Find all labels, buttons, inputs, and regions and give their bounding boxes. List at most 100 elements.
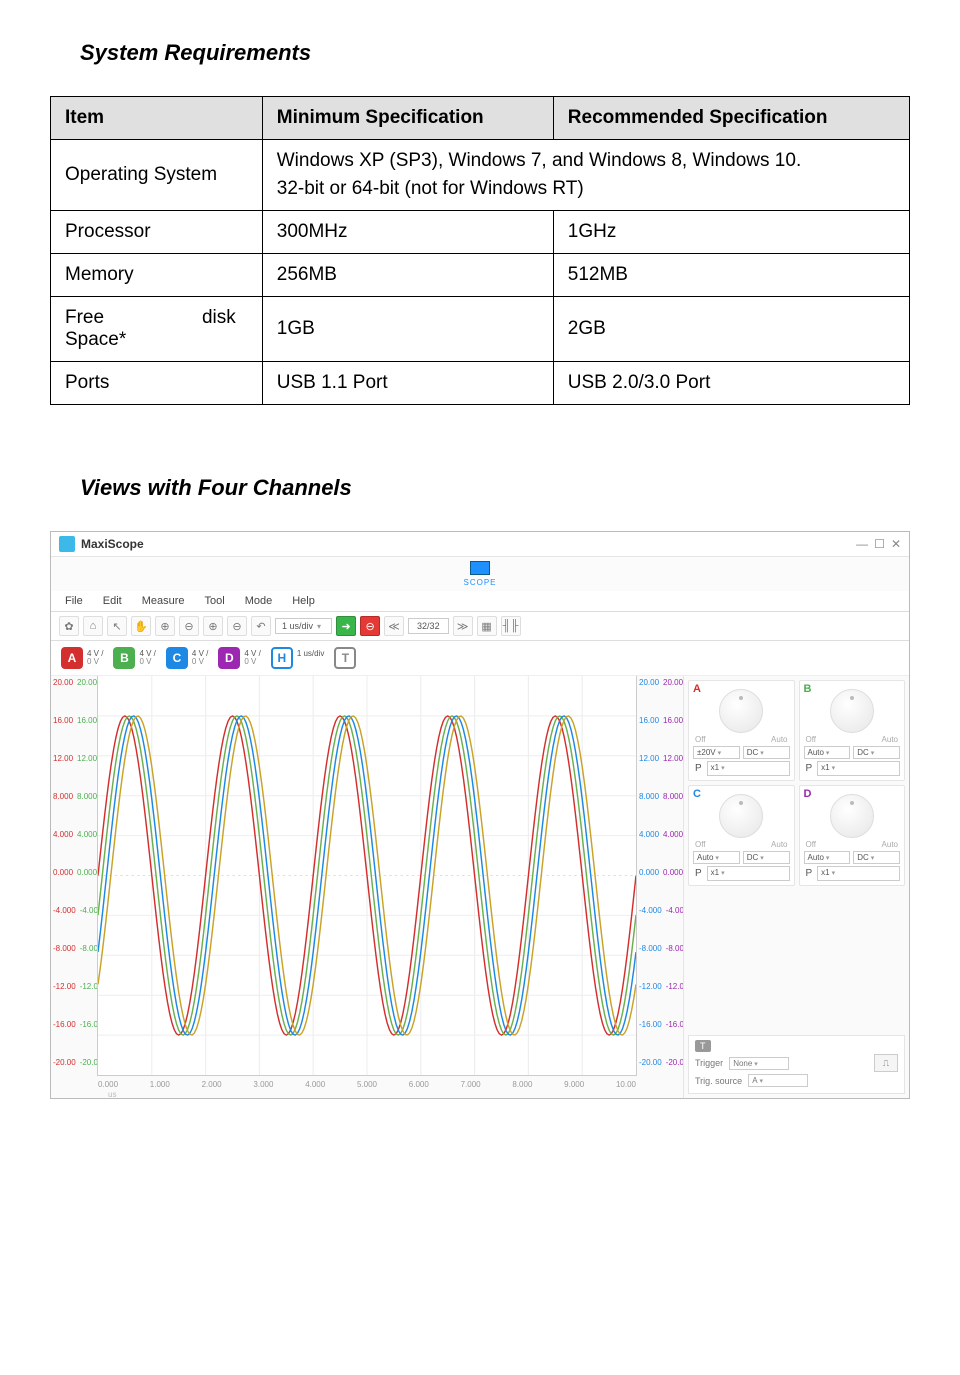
maximize-button[interactable]: ☐ <box>874 537 885 551</box>
timebase-select[interactable]: 1 us/div <box>275 618 332 634</box>
menu-bar: File Edit Measure Tool Mode Help <box>51 591 909 612</box>
menu-file[interactable]: File <box>65 591 103 611</box>
h-channel[interactable]: H 1 us/div <box>271 647 325 669</box>
y-axis-right: 20.0020.0016.0016.0012.0012.008.0008.000… <box>637 676 683 1098</box>
channel-c[interactable]: C 4 V /0 V <box>166 647 208 669</box>
menu-help[interactable]: Help <box>292 591 335 611</box>
th-item: Item <box>51 97 263 140</box>
cell-processor-label: Processor <box>51 211 263 254</box>
range-select[interactable]: ±20V <box>693 746 740 759</box>
scope-icon <box>470 561 490 575</box>
coupling-select[interactable]: DC <box>743 851 790 864</box>
home-button[interactable]: ⌂ <box>83 616 103 636</box>
channel-a-chip: A <box>61 647 83 669</box>
work-area: 20.0020.0016.0016.0012.0012.008.0008.000… <box>51 676 909 1098</box>
menu-edit[interactable]: Edit <box>103 591 142 611</box>
th-rec-spec: Recommended Specification <box>553 97 909 140</box>
close-button[interactable]: ✕ <box>891 537 901 551</box>
trigger-edge-icon[interactable]: ⎍ <box>874 1054 898 1072</box>
menu-mode[interactable]: Mode <box>245 591 293 611</box>
coupling-select[interactable]: DC <box>853 851 900 864</box>
os-line2: 32-bit or 64-bit (not for Windows RT) <box>277 178 895 200</box>
section-heading-views: Views with Four Channels <box>80 475 910 501</box>
channel-b-knob[interactable]: B OffAuto AutoDC Px1 <box>799 680 906 781</box>
dial-icon[interactable] <box>719 689 763 733</box>
channel-c-chip: C <box>166 647 188 669</box>
channel-a-knob[interactable]: A OffAuto ±20VDC Px1 <box>688 680 795 781</box>
table-row: Ports USB 1.1 Port USB 2.0/3.0 Port <box>51 362 910 405</box>
scope-label: SCOPE <box>463 578 496 587</box>
channel-controls-panel: A OffAuto ±20VDC Px1 B OffAuto AutoDC Px… <box>683 676 909 1098</box>
pan-button[interactable]: ✋ <box>131 616 151 636</box>
channel-d-chip: D <box>218 647 240 669</box>
zoom-out-button[interactable]: ⊖ <box>179 616 199 636</box>
minimize-button[interactable]: — <box>856 537 868 551</box>
cell-memory-label: Memory <box>51 254 263 297</box>
stop-button[interactable]: ⊖ <box>360 616 380 636</box>
menu-measure[interactable]: Measure <box>142 591 205 611</box>
dial-icon[interactable] <box>830 794 874 838</box>
th-min-spec: Minimum Specification <box>262 97 553 140</box>
cell-memory-rec: 512MB <box>553 254 909 297</box>
channel-b-chip: B <box>113 647 135 669</box>
table-row: Operating System Windows XP (SP3), Windo… <box>51 140 910 211</box>
zoom-in-region-button[interactable]: ⊕ <box>203 616 223 636</box>
trigger-mode-select[interactable]: None <box>729 1057 789 1070</box>
table-row: Processor 300MHz 1GHz <box>51 211 910 254</box>
channel-d-knob[interactable]: D OffAuto AutoDC Px1 <box>799 785 906 886</box>
cell-processor-min: 300MHz <box>262 211 553 254</box>
range-select[interactable]: Auto <box>804 851 851 864</box>
maxiscope-window: MaxiScope — ☐ ✕ SCOPE File Edit Measure … <box>50 531 910 1099</box>
probe-select[interactable]: x1 <box>707 866 790 881</box>
channel-b[interactable]: B 4 V /0 V <box>113 647 155 669</box>
table-header-row: Item Minimum Specification Recommended S… <box>51 97 910 140</box>
channel-a[interactable]: A 4 V /0 V <box>61 647 103 669</box>
y-axis-left: 20.0020.0016.0016.0012.0012.008.0008.000… <box>51 676 97 1098</box>
screenshot-button[interactable]: ▦ <box>477 616 497 636</box>
probe-select[interactable]: x1 <box>817 761 900 776</box>
os-line1: Windows XP (SP3), Windows 7, and Windows… <box>277 150 895 172</box>
cell-ports-rec: USB 2.0/3.0 Port <box>553 362 909 405</box>
dial-icon[interactable] <box>830 689 874 733</box>
buffer-next-button[interactable]: ≫ <box>453 616 473 636</box>
table-row: Freedisk Space* 1GB 2GB <box>51 297 910 362</box>
probe-select[interactable]: x1 <box>707 761 790 776</box>
section-heading-requirements: System Requirements <box>80 40 910 66</box>
cell-processor-rec: 1GHz <box>553 211 909 254</box>
range-select[interactable]: Auto <box>693 851 740 864</box>
coupling-select[interactable]: DC <box>743 746 790 759</box>
trigger-channel[interactable]: T <box>334 647 356 669</box>
undo-button[interactable]: ↶ <box>251 616 271 636</box>
x-axis-unit: us <box>108 1090 116 1099</box>
dial-icon[interactable] <box>719 794 763 838</box>
range-select[interactable]: Auto <box>804 746 851 759</box>
cell-os-value: Windows XP (SP3), Windows 7, and Windows… <box>262 140 909 211</box>
pointer-button[interactable]: ↖ <box>107 616 127 636</box>
waveform-plot[interactable]: 0.0001.0002.0003.0004.0005.0006.0007.000… <box>97 676 637 1076</box>
zoom-out-region-button[interactable]: ⊖ <box>227 616 247 636</box>
h-chip: H <box>271 647 293 669</box>
cell-disk-label: Freedisk Space* <box>51 297 263 362</box>
cell-ports-label: Ports <box>51 362 263 405</box>
channel-d[interactable]: D 4 V /0 V <box>218 647 260 669</box>
channel-c-knob[interactable]: C OffAuto AutoDC Px1 <box>688 785 795 886</box>
app-logo-icon <box>59 536 75 552</box>
window-title: MaxiScope <box>81 537 144 551</box>
scope-mode-tab[interactable]: SCOPE <box>51 559 909 589</box>
trigger-panel: T Trigger None ⎍ Trig. source A <box>688 1035 905 1094</box>
cell-memory-min: 256MB <box>262 254 553 297</box>
trigger-source-select[interactable]: A <box>748 1074 808 1087</box>
menu-tool[interactable]: Tool <box>205 591 245 611</box>
toolbar: ✿ ⌂ ↖ ✋ ⊕ ⊖ ⊕ ⊖ ↶ 1 us/div ➜ ⊖ ≪ 32/32 ≫… <box>51 612 909 641</box>
waveform-button[interactable]: ╢╟ <box>501 616 521 636</box>
run-button[interactable]: ➜ <box>336 616 356 636</box>
t-chip: T <box>334 647 356 669</box>
cell-disk-rec: 2GB <box>553 297 909 362</box>
requirements-table: Item Minimum Specification Recommended S… <box>50 96 910 405</box>
settings-button[interactable]: ✿ <box>59 616 79 636</box>
probe-select[interactable]: x1 <box>817 866 900 881</box>
zoom-in-button[interactable]: ⊕ <box>155 616 175 636</box>
buffer-prev-button[interactable]: ≪ <box>384 616 404 636</box>
titlebar: MaxiScope — ☐ ✕ <box>51 532 909 557</box>
coupling-select[interactable]: DC <box>853 746 900 759</box>
